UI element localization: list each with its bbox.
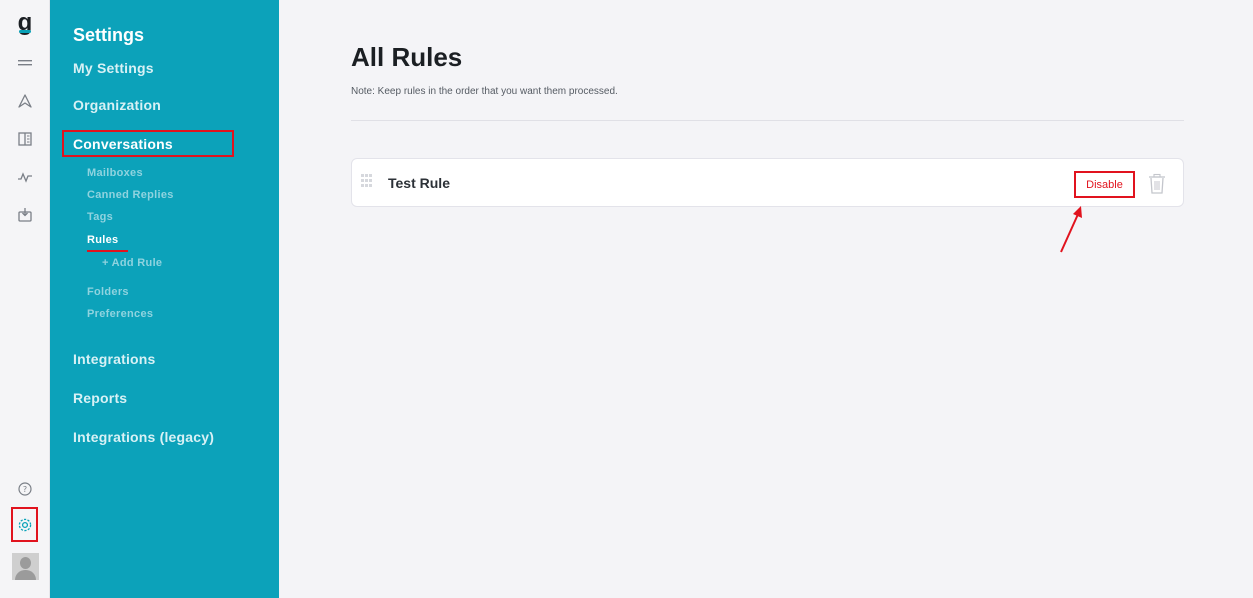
sidebar-item-integrations-legacy[interactable]: Integrations (legacy) bbox=[73, 429, 214, 445]
page-title: All Rules bbox=[351, 42, 463, 72]
sidebar-subitem-tags[interactable]: Tags bbox=[87, 211, 113, 223]
sidebar-item-reports[interactable]: Reports bbox=[73, 390, 127, 406]
sidebar-item-integrations[interactable]: Integrations bbox=[73, 351, 156, 367]
sidebar-item-my-settings[interactable]: My Settings bbox=[73, 60, 154, 76]
app-window: g ? Settings My Settings Organization Co… bbox=[0, 0, 1253, 598]
menu-icon[interactable] bbox=[10, 48, 40, 78]
settings-annotation-box bbox=[11, 507, 38, 542]
avatar-body bbox=[15, 570, 36, 580]
sidebar-item-organization[interactable]: Organization bbox=[73, 97, 161, 113]
rules-annotation-underline bbox=[87, 250, 128, 252]
app-logo[interactable]: g bbox=[10, 8, 40, 38]
main-content: All Rules Note: Keep rules in the order … bbox=[279, 0, 1253, 598]
send-icon[interactable] bbox=[10, 86, 40, 116]
sidebar-subitem-add-rule[interactable]: + Add Rule bbox=[102, 257, 162, 269]
avatar[interactable] bbox=[12, 553, 39, 580]
book-icon[interactable] bbox=[10, 124, 40, 154]
activity-icon[interactable] bbox=[10, 162, 40, 192]
logo-accent bbox=[19, 30, 31, 33]
sidebar-subitem-folders[interactable]: Folders bbox=[87, 286, 129, 298]
sidebar-subitem-preferences[interactable]: Preferences bbox=[87, 308, 153, 320]
inbox-icon[interactable] bbox=[10, 200, 40, 230]
sidebar-subitem-canned-replies[interactable]: Canned Replies bbox=[87, 189, 174, 201]
rule-name[interactable]: Test Rule bbox=[388, 175, 450, 191]
drag-handle-icon[interactable] bbox=[361, 174, 373, 188]
annotation-arrow-icon bbox=[1060, 206, 1082, 253]
sidebar-title: Settings bbox=[73, 25, 145, 45]
divider bbox=[351, 120, 1184, 121]
sidebar-subitem-mailboxes[interactable]: Mailboxes bbox=[87, 167, 143, 179]
conversations-annotation-box bbox=[62, 130, 234, 157]
disable-button[interactable]: Disable bbox=[1074, 171, 1135, 198]
avatar-head bbox=[20, 557, 31, 569]
trash-icon[interactable] bbox=[1147, 173, 1167, 195]
svg-text:?: ? bbox=[23, 485, 27, 494]
page-note: Note: Keep rules in the order that you w… bbox=[351, 86, 618, 97]
icon-rail: g ? bbox=[0, 0, 50, 598]
settings-sidebar: Settings My Settings Organization Conver… bbox=[50, 0, 279, 598]
sidebar-subitem-rules[interactable]: Rules bbox=[87, 234, 118, 246]
help-icon[interactable]: ? bbox=[10, 474, 40, 504]
disable-button-label: Disable bbox=[1086, 178, 1123, 191]
